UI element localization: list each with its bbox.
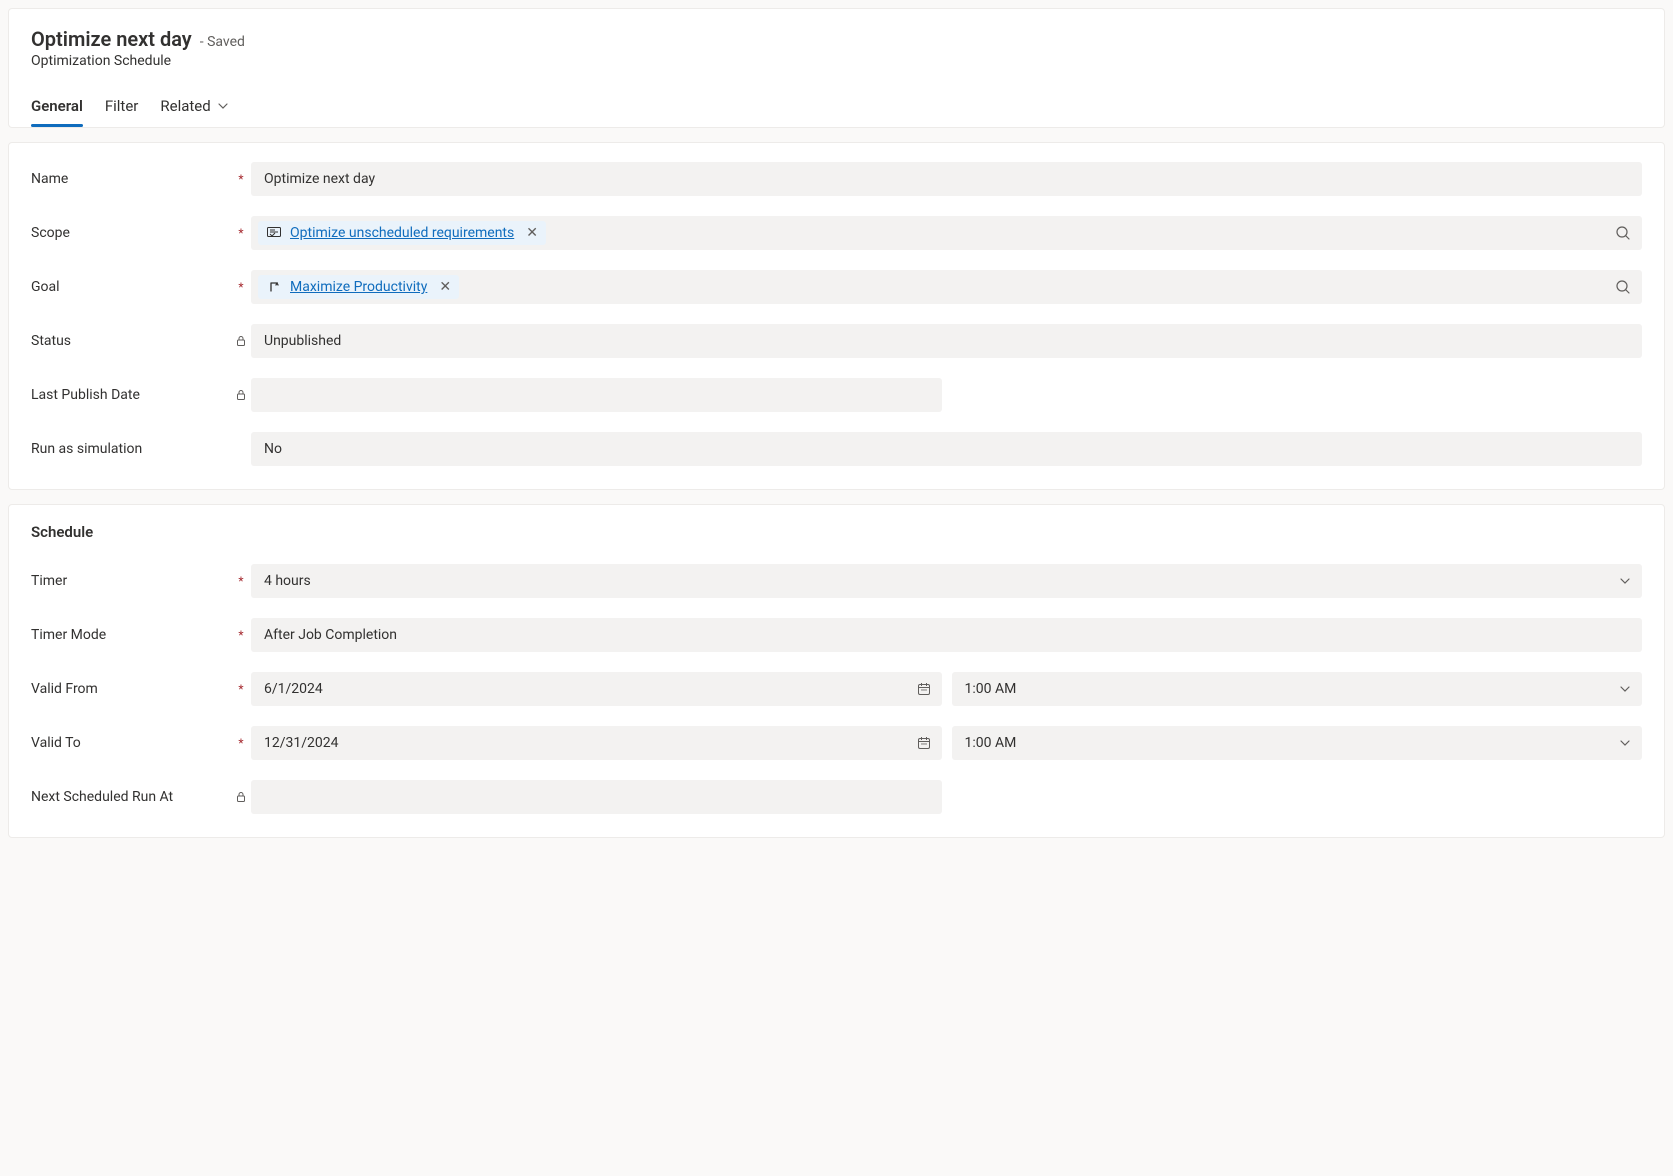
lock-icon	[235, 389, 247, 401]
label-name: Name	[31, 171, 231, 187]
search-icon[interactable]	[1615, 279, 1631, 295]
tab-general[interactable]: General	[31, 91, 83, 127]
calendar-icon[interactable]	[917, 736, 931, 750]
required-marker: *	[238, 226, 243, 240]
goal-remove-icon[interactable]: ✕	[439, 279, 451, 295]
required-marker: *	[238, 628, 243, 642]
goal-link[interactable]: Maximize Productivity	[290, 279, 427, 295]
valid-from-date-field[interactable]: 6/1/2024	[251, 672, 942, 706]
required-marker: *	[238, 574, 243, 588]
general-section: Name * Scope * Optimize unscheduled req	[8, 142, 1665, 490]
name-input[interactable]	[264, 171, 1629, 187]
label-valid-to: Valid To	[31, 735, 231, 751]
goal-entity-icon	[266, 279, 282, 295]
next-run-field	[251, 780, 942, 814]
required-marker: *	[238, 172, 243, 186]
status-value: Unpublished	[264, 333, 341, 349]
status-field: Unpublished	[251, 324, 1642, 358]
label-status: Status	[31, 333, 231, 349]
name-field[interactable]	[251, 162, 1642, 196]
timer-mode-select[interactable]: After Job Completion	[251, 618, 1642, 652]
chevron-down-icon	[1619, 737, 1631, 749]
valid-from-time-value: 1:00 AM	[965, 681, 1017, 697]
valid-from-time-field[interactable]: 1:00 AM	[952, 672, 1643, 706]
run-as-sim-field[interactable]: No	[251, 432, 1642, 466]
scope-remove-icon[interactable]: ✕	[526, 225, 538, 241]
schedule-section: Schedule Timer * 4 hours Timer Mode * Af…	[8, 504, 1665, 838]
scope-pill: Optimize unscheduled requirements ✕	[258, 221, 546, 245]
label-scope: Scope	[31, 225, 231, 241]
chevron-down-icon	[1619, 575, 1631, 587]
lock-icon	[235, 791, 247, 803]
lock-icon	[235, 335, 247, 347]
tab-filter[interactable]: Filter	[105, 91, 139, 127]
scope-lookup[interactable]: Optimize unscheduled requirements ✕	[251, 216, 1642, 250]
saved-indicator: - Saved	[200, 34, 245, 50]
label-goal: Goal	[31, 279, 231, 295]
search-icon[interactable]	[1615, 225, 1631, 241]
tab-general-label: General	[31, 97, 83, 115]
goal-lookup[interactable]: Maximize Productivity ✕	[251, 270, 1642, 304]
valid-to-date-field[interactable]: 12/31/2024	[251, 726, 942, 760]
page-title: Optimize next day	[31, 27, 192, 51]
label-timer: Timer	[31, 573, 231, 589]
scope-entity-icon	[266, 225, 282, 241]
valid-to-time-field[interactable]: 1:00 AM	[952, 726, 1643, 760]
required-marker: *	[238, 736, 243, 750]
calendar-icon[interactable]	[917, 682, 931, 696]
required-marker: *	[238, 682, 243, 696]
timer-mode-value: After Job Completion	[264, 627, 397, 643]
entity-name: Optimization Schedule	[31, 53, 1642, 69]
required-marker: *	[238, 280, 243, 294]
scope-link[interactable]: Optimize unscheduled requirements	[290, 225, 514, 241]
valid-from-date-value: 6/1/2024	[264, 681, 323, 697]
label-next-run: Next Scheduled Run At	[31, 789, 231, 805]
valid-to-time-value: 1:00 AM	[965, 735, 1017, 751]
goal-pill: Maximize Productivity ✕	[258, 275, 459, 299]
run-as-sim-value: No	[264, 441, 282, 457]
valid-to-date-value: 12/31/2024	[264, 735, 339, 751]
label-last-publish: Last Publish Date	[31, 387, 231, 403]
chevron-down-icon	[1619, 683, 1631, 695]
timer-value: 4 hours	[264, 573, 311, 589]
label-run-as-sim: Run as simulation	[31, 441, 231, 457]
chevron-down-icon	[217, 100, 229, 112]
timer-select[interactable]: 4 hours	[251, 564, 1642, 598]
tab-related[interactable]: Related	[160, 91, 228, 127]
tab-filter-label: Filter	[105, 97, 139, 115]
schedule-section-title: Schedule	[31, 523, 1642, 541]
tab-related-label: Related	[160, 97, 210, 115]
label-valid-from: Valid From	[31, 681, 231, 697]
last-publish-field	[251, 378, 942, 412]
record-header: Optimize next day - Saved Optimization S…	[8, 8, 1665, 128]
label-timer-mode: Timer Mode	[31, 627, 231, 643]
form-tabs: General Filter Related	[31, 91, 1642, 127]
